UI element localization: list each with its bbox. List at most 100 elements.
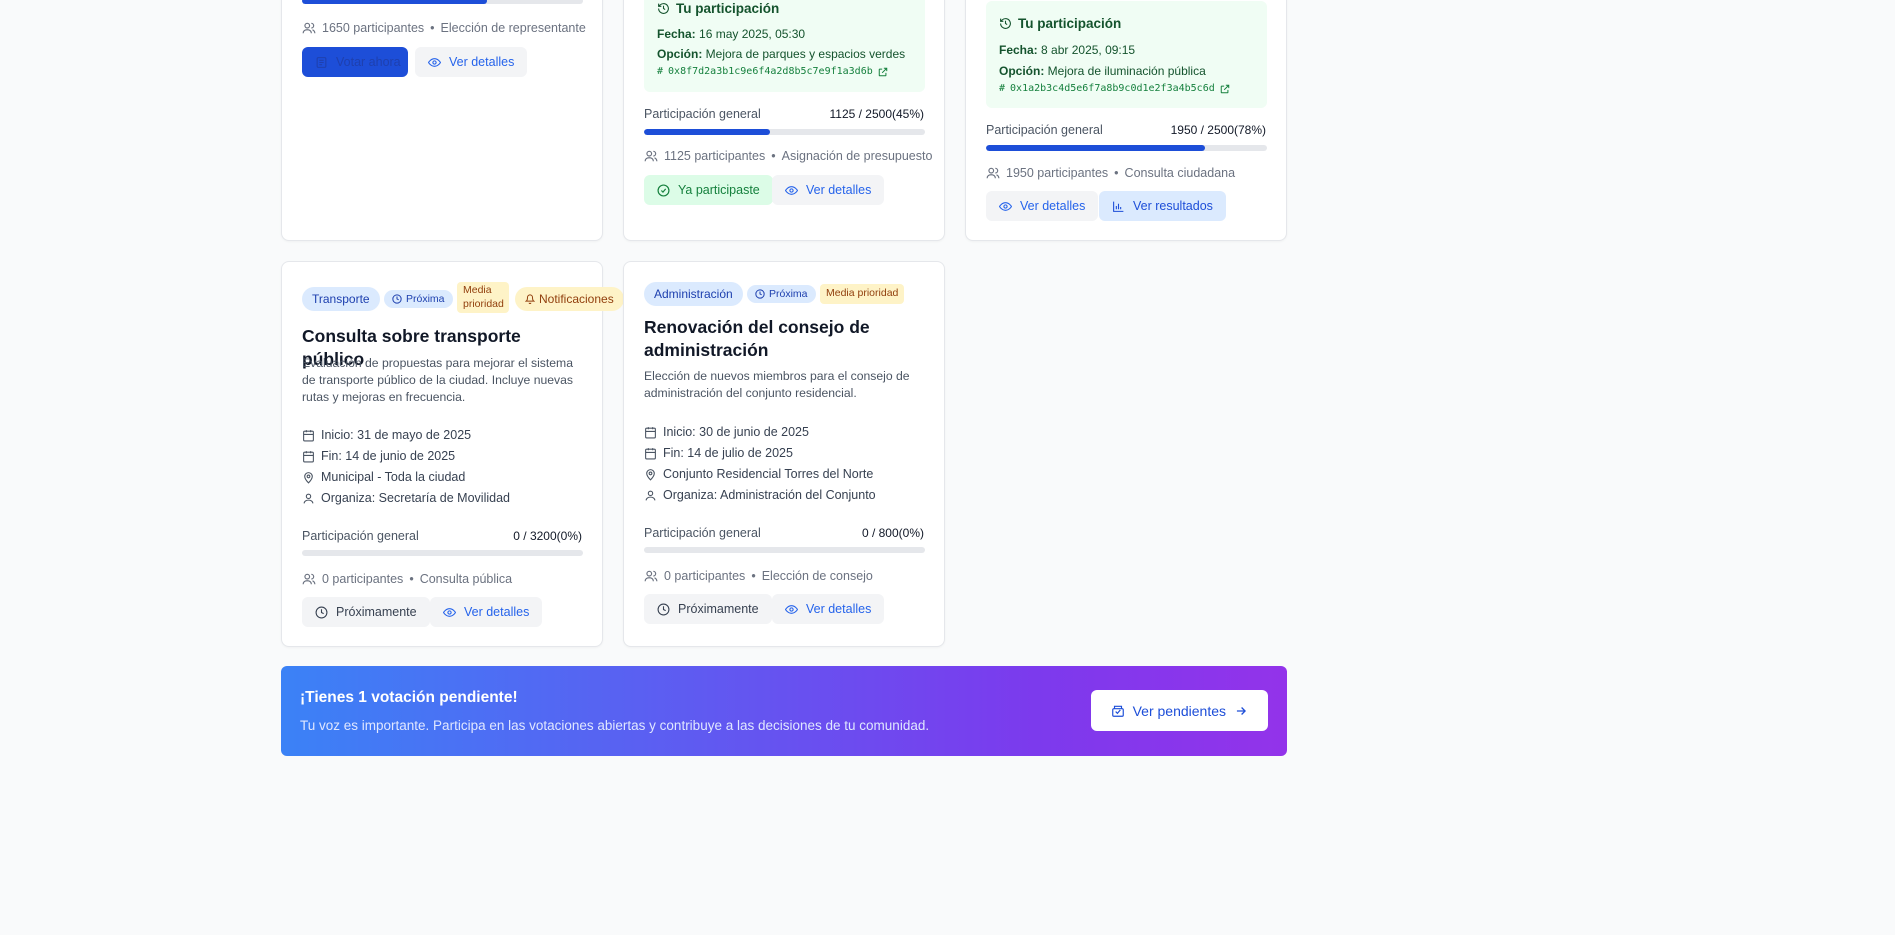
participants-count: 0 participantes — [664, 569, 746, 583]
hash-icon: # — [657, 66, 664, 77]
view-details-label: Ver detalles — [806, 602, 872, 616]
progress-fill — [644, 129, 771, 135]
participants-row: 1650 participantes • Elección de represe… — [302, 21, 586, 35]
general-participation-label: Participación general — [644, 107, 761, 121]
pending-votes-banner: ¡Tienes 1 votación pendiente! Tu voz es … — [281, 666, 1287, 756]
voting-card-representante: 1650 participantes • Elección de represe… — [281, 0, 603, 241]
view-details-button[interactable]: Ver detalles — [772, 175, 885, 205]
location: Municipal - Toda la ciudad — [321, 470, 466, 484]
external-link-icon[interactable] — [878, 67, 888, 77]
your-participation-box: Tu participación Fecha: 8 abr 2025, 09:1… — [986, 1, 1267, 108]
bell-icon — [525, 294, 535, 304]
organizer: Organiza: Secretaría de Movilidad — [321, 491, 510, 505]
calendar-icon — [303, 450, 314, 462]
general-participation-value: 0 / 800(0%) — [861, 526, 924, 540]
participants-count: 1650 participantes — [322, 21, 425, 35]
coming-soon-button: Próximamente — [302, 597, 430, 627]
view-pending-button[interactable]: Ver pendientes — [1090, 690, 1268, 731]
participation-progress-bar — [644, 129, 925, 135]
users-icon — [986, 167, 1000, 179]
history-icon — [1000, 18, 1011, 29]
participation-title: Tu participación — [1018, 16, 1122, 31]
participants-count: 1950 participantes — [1006, 166, 1109, 180]
vote-now-button[interactable]: Votar ahora — [302, 47, 408, 77]
notifications-badge[interactable]: Notificaciones — [515, 287, 624, 311]
view-details-label: Ver detalles — [464, 605, 530, 619]
map-pin-icon — [304, 471, 313, 484]
view-pending-label: Ver pendientes — [1132, 702, 1226, 719]
transaction-hash: 0x8f7d2a3b1c9e6f4a2d8b5c7e9f1a3d6b — [668, 66, 873, 77]
participants-row: 1950 participantes • Consulta ciudadana — [986, 166, 1235, 180]
already-participated-button: Ya participaste — [644, 175, 773, 205]
location-row: Conjunto Residencial Torres del Norte — [644, 467, 876, 481]
category-badge: Transporte — [302, 287, 380, 311]
user-icon — [645, 490, 656, 500]
calendar-icon — [645, 426, 656, 438]
external-link-icon[interactable] — [1220, 84, 1230, 94]
arrow-right-icon — [1236, 706, 1246, 715]
eye-icon — [999, 201, 1012, 211]
coming-soon-button: Próximamente — [644, 594, 772, 624]
view-results-label: Ver resultados — [1133, 199, 1213, 213]
start-date-row: Inicio: 31 de mayo de 2025 — [302, 428, 510, 442]
separator-dot: • — [771, 149, 776, 163]
participants-row: 1125 participantes • Asignación de presu… — [644, 149, 932, 163]
users-icon — [644, 570, 658, 582]
voting-meta: Inicio: 31 de mayo de 2025 Fin: 14 de ju… — [302, 428, 510, 505]
voting-type: Consulta pública — [419, 572, 513, 586]
progress-fill — [302, 0, 488, 4]
voting-card-administracion: Administración Próxima Media prioridad R… — [623, 261, 945, 647]
voting-type: Elección de representante — [440, 21, 586, 35]
participation-date: Fecha: 8 abr 2025, 09:15 — [999, 43, 1136, 57]
voting-card-transporte: Transporte Próxima Media prioridad Notif… — [281, 261, 624, 647]
vote-icon — [1111, 705, 1124, 717]
location-row: Municipal - Toda la ciudad — [302, 470, 510, 484]
view-details-button[interactable]: Ver detalles — [430, 597, 543, 627]
view-results-button[interactable]: Ver resultados — [1099, 191, 1226, 221]
eye-icon — [443, 607, 456, 617]
clock-icon — [392, 294, 402, 304]
transaction-hash: 0x1a2b3c4d5e6f7a8b9c0d1e2f3a4b5c6d — [1010, 83, 1215, 94]
voting-type: Elección de consejo — [761, 569, 873, 583]
eye-icon — [785, 185, 798, 195]
vote-now-label: Votar ahora — [336, 55, 401, 69]
bar-chart-icon — [1113, 201, 1124, 212]
participation-title: Tu participación — [676, 1, 780, 16]
general-participation-label: Participación general — [986, 123, 1103, 137]
users-icon — [302, 22, 316, 34]
participation-progress-bar — [302, 0, 583, 4]
participants-count: 0 participantes — [322, 572, 404, 586]
general-participation-value: 1125 / 2500(45%) — [829, 107, 924, 121]
calendar-icon — [303, 429, 314, 441]
separator-dot: • — [430, 21, 435, 35]
users-icon — [644, 150, 658, 162]
start-date: Inicio: 30 de junio de 2025 — [663, 425, 809, 439]
view-details-button[interactable]: Ver detalles — [772, 594, 885, 624]
view-details-label: Ver detalles — [449, 55, 515, 69]
progress-fill — [986, 145, 1206, 151]
end-date: Fin: 14 de julio de 2025 — [663, 446, 793, 460]
end-date-row: Fin: 14 de julio de 2025 — [644, 446, 876, 460]
map-pin-icon — [646, 468, 655, 481]
ballot-icon — [316, 56, 327, 68]
start-date-row: Inicio: 30 de junio de 2025 — [644, 425, 876, 439]
voting-description: Evaluación de propuestas para mejorar el… — [302, 356, 574, 404]
view-details-button[interactable]: Ver detalles — [986, 191, 1099, 221]
participation-date: Fecha: 16 may 2025, 05:30 — [657, 27, 806, 41]
your-participation-box: Tu participación Fecha: 16 may 2025, 05:… — [644, 0, 925, 92]
general-participation-label: Participación general — [644, 526, 761, 540]
view-details-button[interactable]: Ver detalles — [415, 47, 528, 77]
general-participation-value: 1950 / 2500(78%) — [1170, 123, 1266, 137]
participants-count: 1125 participantes — [664, 149, 766, 163]
banner-title: ¡Tienes 1 votación pendiente! — [300, 689, 518, 706]
priority-badge: Media prioridad — [457, 282, 509, 314]
status-label: Próxima — [406, 293, 445, 305]
separator-dot: • — [409, 572, 414, 586]
voting-card-consulta-ciudadana: Tu participación Fecha: 8 abr 2025, 09:1… — [965, 0, 1287, 241]
participation-progress-bar — [644, 547, 925, 553]
separator-dot: • — [751, 569, 756, 583]
category-badge: Administración — [644, 282, 743, 306]
status-badge: Próxima — [747, 285, 816, 303]
banner-subtitle: Tu voz es importante. Participa en las v… — [300, 718, 930, 733]
voting-card-presupuesto: Tu participación Fecha: 16 may 2025, 05:… — [623, 0, 945, 241]
